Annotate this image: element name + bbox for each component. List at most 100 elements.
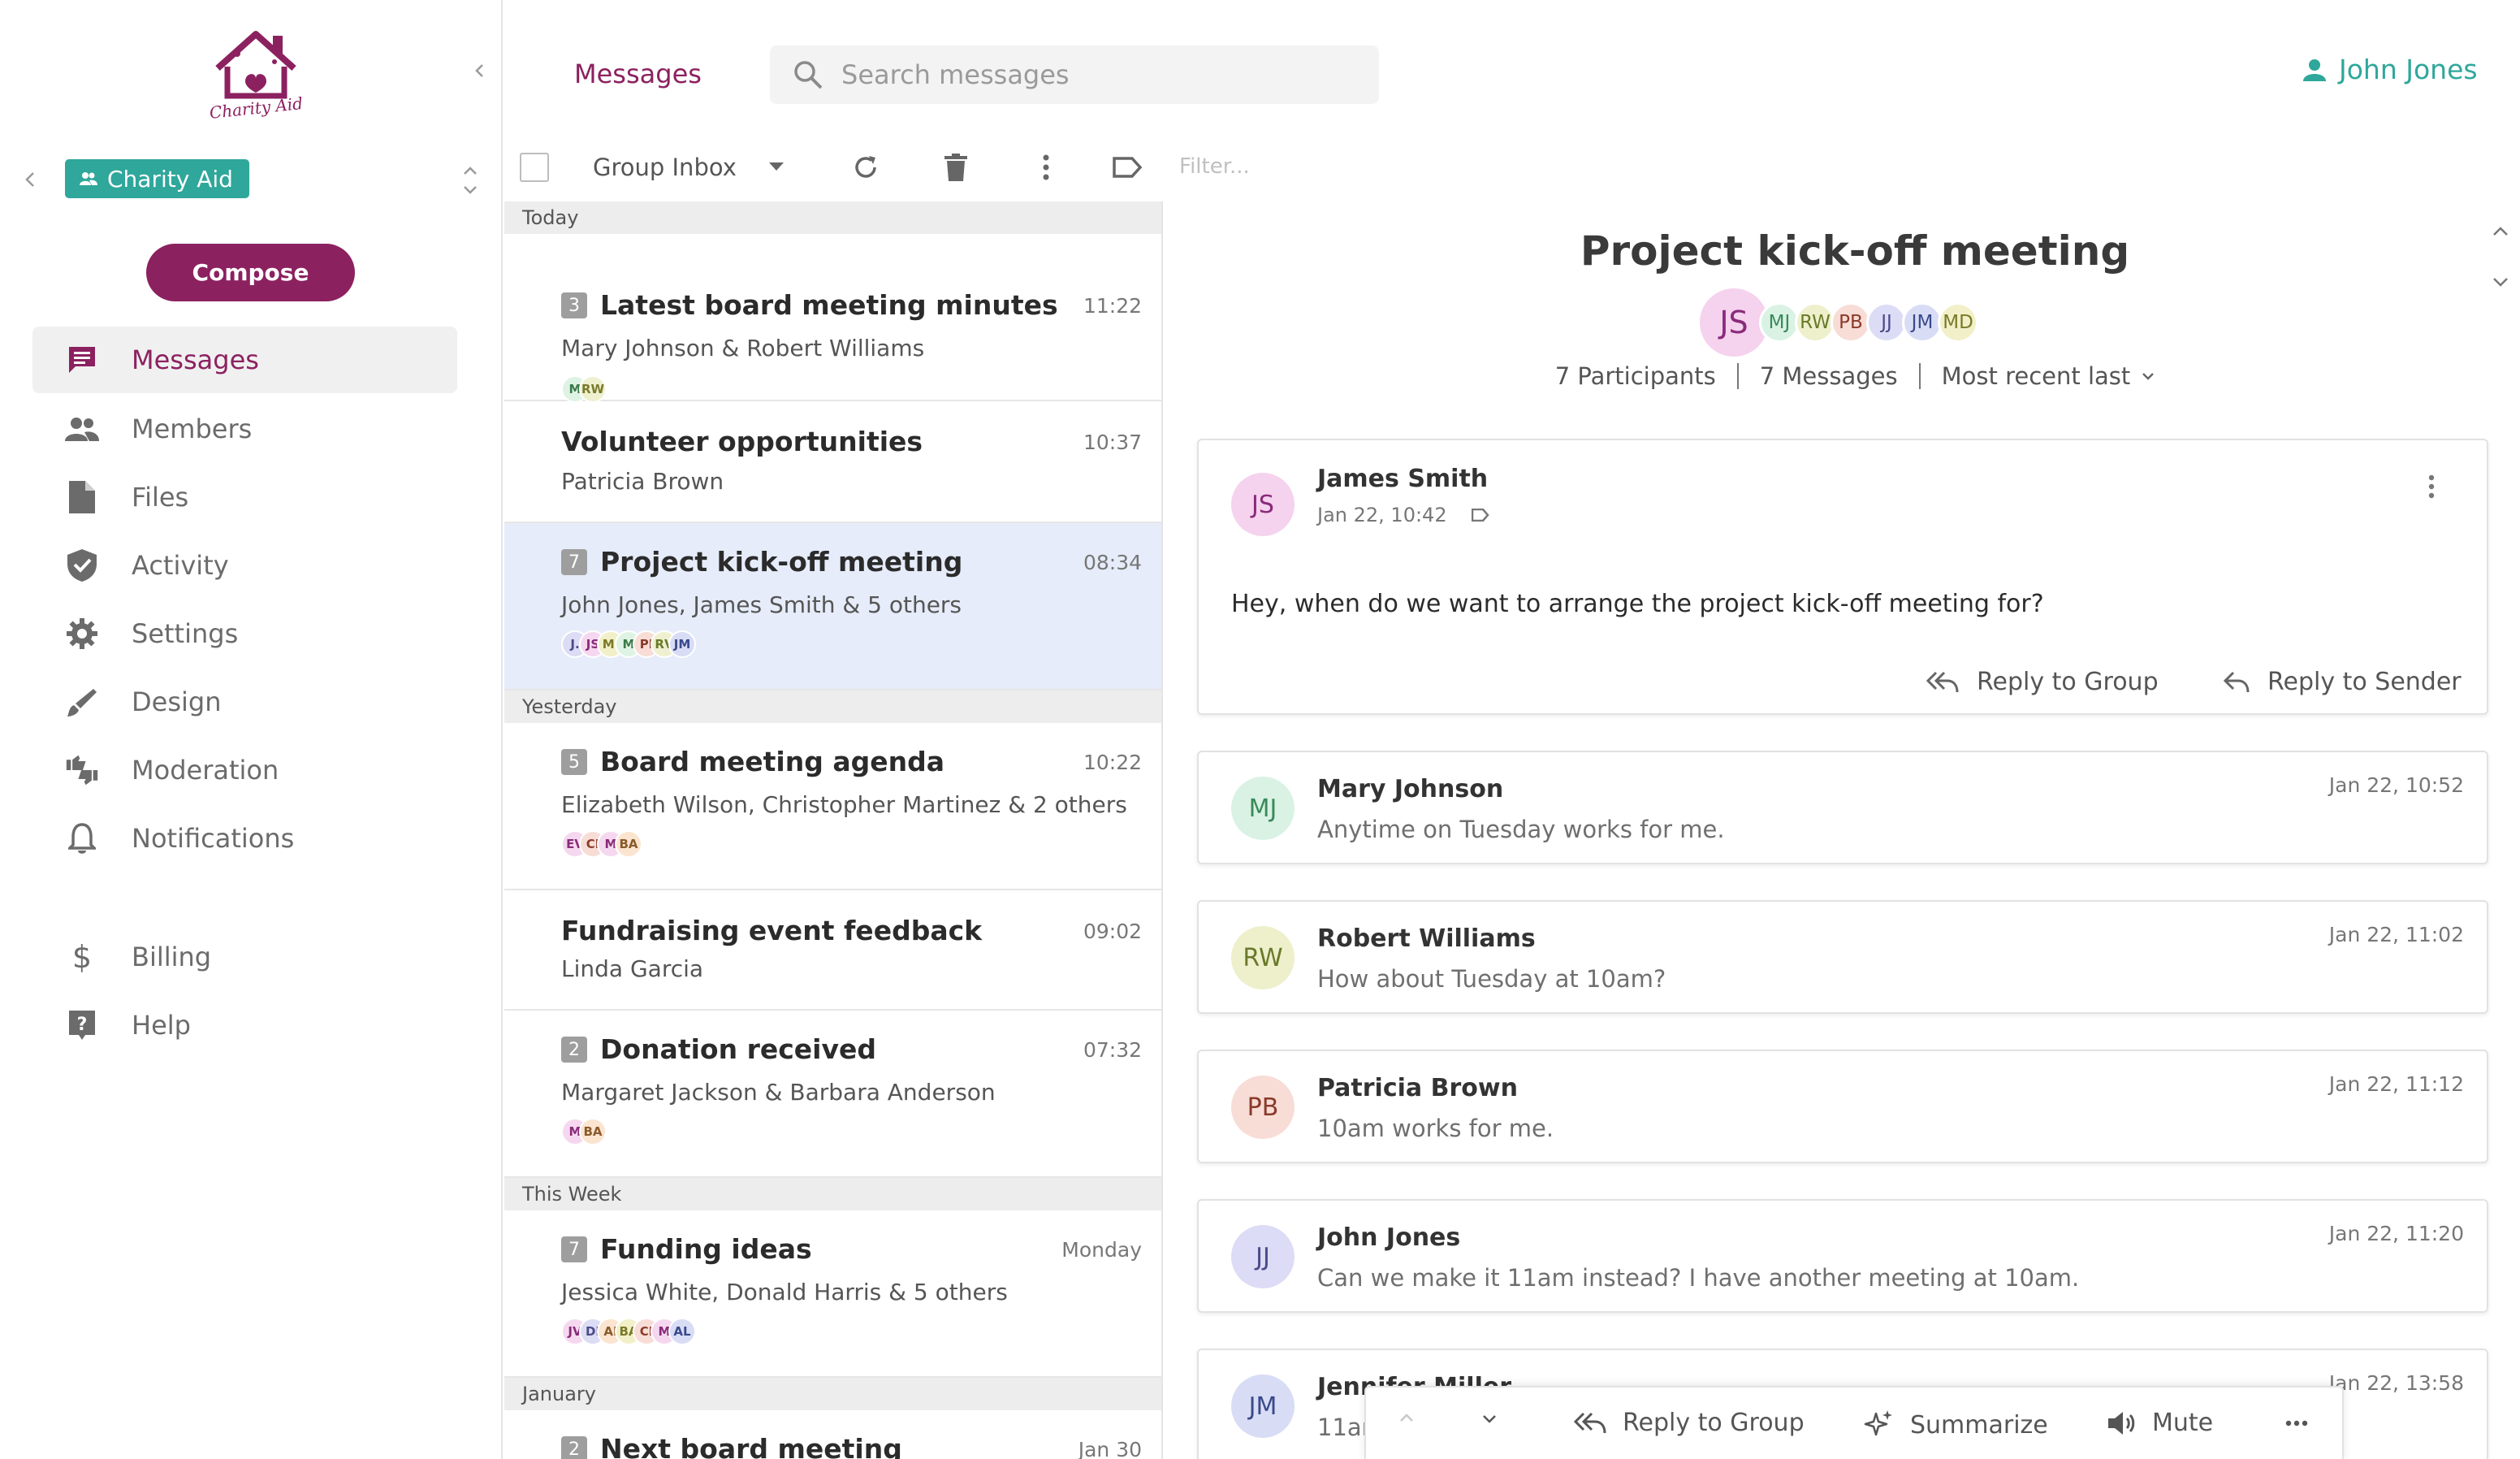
- summarize-button[interactable]: Summarize: [1861, 1409, 2048, 1441]
- avatar: MJ: [1759, 302, 1800, 343]
- scroll-down-icon[interactable]: [1480, 1409, 1499, 1428]
- message-count-badge: 3: [561, 292, 587, 318]
- org-name: Charity Aid: [107, 165, 233, 193]
- dollar-icon: $: [71, 939, 93, 975]
- participant-avatars: M RW: [561, 375, 607, 403]
- trash-icon[interactable]: [940, 151, 972, 184]
- sidebar-item-files[interactable]: Files: [32, 464, 457, 530]
- reply-to-sender-button[interactable]: Reply to Sender: [2224, 668, 2462, 696]
- divider: [1736, 363, 1739, 389]
- sidebar-item-label: Design: [132, 686, 222, 717]
- org-chip[interactable]: Charity Aid: [65, 159, 249, 198]
- avatar: PB: [1831, 302, 1871, 343]
- sidebar: Charity Aid Charity Aid Compose Messages…: [0, 0, 503, 1459]
- avatar: BA: [615, 830, 642, 858]
- avatar: JM: [1231, 1375, 1295, 1438]
- shield-icon: [65, 548, 99, 582]
- conversation-time: 11:22: [1083, 294, 1142, 318]
- message-card[interactable]: PB Patricia Brown 10am works for me. Jan…: [1197, 1050, 2488, 1163]
- more-horizontal-icon[interactable]: [2285, 1420, 2308, 1427]
- org-switch-chevrons-icon[interactable]: [458, 161, 482, 200]
- sidebar-item-label: Files: [132, 482, 189, 513]
- conversation-row[interactable]: 2 Next board meeting Jan 30: [504, 1410, 1161, 1459]
- group-header-today: Today: [504, 201, 1161, 234]
- sidebar-item-notifications[interactable]: Notifications: [32, 805, 457, 872]
- sidebar-item-messages[interactable]: Messages: [32, 327, 457, 393]
- reply-to-group-button[interactable]: Reply to Group: [1926, 668, 2159, 696]
- more-vertical-icon[interactable]: [1030, 151, 1062, 184]
- conversation-participants: Margaret Jackson & Barbara Anderson: [561, 1079, 996, 1106]
- group-header-january: January: [504, 1378, 1161, 1410]
- conversation-row[interactable]: 5 Board meeting agenda 10:22 Elizabeth W…: [504, 723, 1161, 890]
- mute-button[interactable]: Mute: [2107, 1409, 2213, 1437]
- label-icon[interactable]: [1471, 509, 1489, 522]
- search-box[interactable]: [770, 45, 1379, 104]
- inbox-dropdown[interactable]: Group Inbox: [593, 153, 784, 182]
- compose-button[interactable]: Compose: [146, 244, 355, 301]
- charity-aid-logo[interactable]: Charity Aid: [203, 21, 309, 123]
- avatar: JM: [668, 630, 696, 658]
- back-icon[interactable]: [18, 167, 42, 192]
- group-icon: [80, 171, 97, 186]
- sidebar-item-design[interactable]: Design: [32, 669, 457, 735]
- conversation-time: 07:32: [1083, 1038, 1142, 1062]
- more-vertical-icon[interactable]: [2428, 474, 2435, 502]
- thread-title: Project kick-off meeting: [1580, 227, 2130, 275]
- conversation-row-selected[interactable]: 7 Project kick-off meeting 08:34 John Jo…: [504, 523, 1161, 691]
- user-menu[interactable]: John Jones: [2303, 54, 2478, 85]
- conversation-time: 10:37: [1083, 431, 1142, 454]
- chat-icon: [65, 343, 99, 377]
- conversation-time: 10:22: [1083, 751, 1142, 774]
- participant-avatars: EV CI M BA: [561, 830, 642, 858]
- reply-to-group-label: Reply to Group: [1977, 668, 2159, 696]
- avatar: AL: [668, 1318, 696, 1345]
- conversation-row[interactable]: 2 Donation received 07:32 Margaret Jacks…: [504, 1011, 1161, 1178]
- participants-count[interactable]: 7 Participants: [1555, 362, 1716, 390]
- sender-name: Patricia Brown: [1317, 1074, 1518, 1102]
- message-card-expanded[interactable]: JS James Smith Jan 22, 10:42 Hey, when d…: [1197, 439, 2488, 715]
- filter-input[interactable]: [1179, 154, 1423, 179]
- thumbs-icon: [65, 753, 99, 787]
- logo-wordmark: Charity Aid: [209, 93, 304, 120]
- message-card[interactable]: JJ John Jones Can we make it 11am instea…: [1197, 1199, 2488, 1313]
- label-icon[interactable]: [1111, 151, 1143, 184]
- select-all-checkbox[interactable]: [520, 153, 549, 182]
- conversation-subject: Next board meeting: [600, 1433, 902, 1459]
- sidebar-item-help[interactable]: ? Help: [32, 992, 457, 1059]
- refresh-icon[interactable]: [849, 151, 882, 184]
- sidebar-item-moderation[interactable]: Moderation: [32, 737, 457, 803]
- conversation-row[interactable]: 7 Funding ideas Monday Jessica White, Do…: [504, 1210, 1161, 1378]
- previous-thread-icon[interactable]: [2488, 219, 2513, 244]
- message-date: Jan 22, 10:42: [1317, 504, 1447, 526]
- scroll-up-icon[interactable]: [1397, 1409, 1416, 1428]
- sort-dropdown[interactable]: Most recent last: [1942, 362, 2155, 390]
- inbox-label: Group Inbox: [593, 154, 737, 181]
- reply-to-group-button[interactable]: Reply to Group: [1574, 1409, 1805, 1437]
- divider: [1918, 363, 1921, 389]
- collapse-sidebar-icon[interactable]: [469, 60, 491, 81]
- search-input[interactable]: [841, 59, 1329, 90]
- conversation-row[interactable]: 3 Latest board meeting minutes 11:22 Mar…: [504, 234, 1161, 403]
- message-count-badge: 7: [561, 549, 587, 575]
- avatar: RW: [1231, 926, 1295, 989]
- sidebar-item-billing[interactable]: $ Billing: [32, 924, 457, 990]
- thread-participant-avatars[interactable]: JS MJ RW PB JJ JM MD: [1697, 286, 1978, 359]
- conversation-participants: Linda Garcia: [561, 955, 704, 982]
- next-thread-icon[interactable]: [2488, 270, 2513, 294]
- message-card[interactable]: MJ Mary Johnson Anytime on Tuesday works…: [1197, 751, 2488, 864]
- conversation-row[interactable]: Fundraising event feedback 09:02 Linda G…: [504, 890, 1161, 1011]
- message-card[interactable]: RW Robert Williams How about Tuesday at …: [1197, 900, 2488, 1014]
- message-preview: Anytime on Tuesday works for me.: [1317, 816, 1725, 843]
- avatar: PB: [1231, 1076, 1295, 1139]
- mute-label: Mute: [2152, 1409, 2214, 1437]
- message-count-badge: 7: [561, 1236, 587, 1262]
- sidebar-item-settings[interactable]: Settings: [32, 600, 457, 667]
- avatar: MJ: [1231, 777, 1295, 840]
- summarize-label: Summarize: [1910, 1410, 2048, 1440]
- page-title[interactable]: Messages: [574, 58, 702, 89]
- sidebar-item-activity[interactable]: Activity: [32, 532, 457, 599]
- avatar: JS: [1231, 473, 1295, 536]
- conversation-row[interactable]: Volunteer opportunities 10:37 Patricia B…: [504, 401, 1161, 523]
- sidebar-item-members[interactable]: Members: [32, 396, 457, 462]
- conversation-time: 08:34: [1083, 551, 1142, 574]
